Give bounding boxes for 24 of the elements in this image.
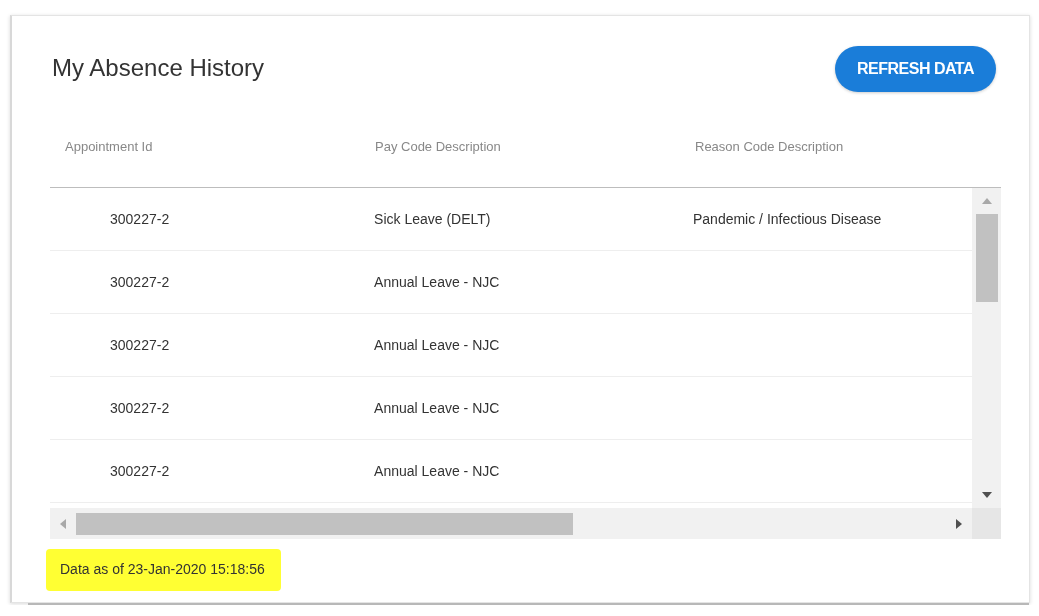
column-header[interactable]: Appointment Id [50,138,375,154]
refresh-button[interactable]: REFRESH DATA [835,45,996,92]
scrollbar-thumb[interactable] [975,214,998,302]
scroll-down-icon[interactable] [981,492,992,498]
column-header[interactable]: Reason Code Description [695,138,975,154]
column-header[interactable]: Pay Code Description [375,138,695,154]
table-cell: Annual Leave - NJC [374,337,500,353]
table-cell: 300227-2 [110,463,170,479]
scroll-right-icon[interactable] [956,518,962,529]
table-cell: Annual Leave - NJC [374,274,500,290]
table-cell: 300227-2 [110,400,170,416]
scrollbar-thumb[interactable] [76,512,573,535]
scroll-left-icon[interactable] [60,518,66,529]
data-timestamp: Data as of 23-Jan-2020 15:18:56 [46,549,281,591]
vertical-scrollbar[interactable] [972,188,1001,508]
table-cell: 300227-2 [110,337,170,353]
table-cell: Annual Leave - NJC [374,400,500,416]
table-cell: 300227-2 [110,211,170,227]
table-cell: Annual Leave - NJC [374,463,500,479]
table-cell: Sick Leave (DELT) [374,211,491,227]
scroll-up-icon[interactable] [981,198,992,204]
table-cell: Pandemic / Infectious Disease [692,211,882,227]
card-title: My Absence History [52,53,265,82]
table-cell: 300227-2 [110,274,170,290]
